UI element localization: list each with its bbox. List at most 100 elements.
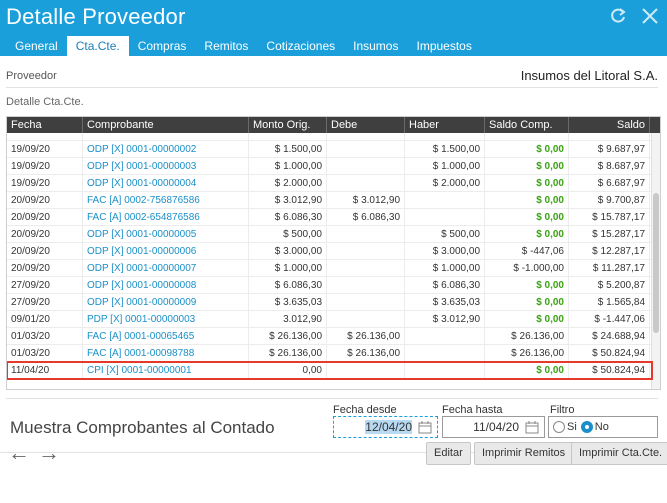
cell-saldo-comp: $ 0,00 [485,209,569,226]
col-header-comprobante[interactable]: Comprobante [83,117,249,133]
filtro-no-radio[interactable] [580,421,593,433]
cell-haber: $ 3.635,03 [405,294,485,311]
cell-haber [405,362,485,379]
cell-saldo: $ 12.287,17 [569,243,650,260]
imprimir-remitos-button[interactable]: Imprimir Remitos [474,442,574,465]
tab-compras[interactable]: Compras [129,36,196,56]
arrow-right-icon[interactable]: → [38,440,60,466]
cell-fecha: 11/04/20 [7,362,83,379]
calendar-icon[interactable] [416,419,434,435]
cell-fecha: 20/09/20 [7,243,83,260]
tab-cotizaciones[interactable]: Cotizaciones [257,36,344,56]
cell-monto: $ 1.000,00 [249,158,327,175]
cell-fecha: 19/09/20 [7,175,83,192]
cell-comprobante-link[interactable]: ODP [X] 0001-00000003 [83,158,249,175]
divider [6,398,658,399]
cell-saldo-comp: $ 26.136,00 [485,345,569,362]
filtro-si-radio[interactable] [553,421,565,433]
tab-bar: General Cta.Cte. Compras Remitos Cotizac… [6,36,481,56]
cell-fecha: 20/09/20 [7,209,83,226]
fecha-desde-value: 12/04/20 [365,420,412,434]
col-header-fecha[interactable]: Fecha [7,117,83,133]
fecha-hasta-value: 11/04/20 [473,420,519,434]
cell-saldo: $ 6.687,97 [569,175,650,192]
col-header-debe[interactable]: Debe [327,117,405,133]
cell-debe: $ 26.136,00 [327,328,405,345]
fecha-hasta-field[interactable]: 11/04/20 [442,416,545,438]
cell-saldo-comp: $ 0,00 [485,175,569,192]
table-row[interactable]: 19/09/20 ODP [X] 0001-00000002 $ 1.500,00 $… [7,141,652,158]
table-row[interactable]: 27/09/20 ODP [X] 0001-00000008 $ 6.086,30 $… [7,277,652,294]
fecha-desde-field[interactable]: 12/04/20 [333,416,438,438]
cell-debe [327,260,405,277]
editar-button[interactable]: Editar [426,442,471,465]
col-header-saldo-comp[interactable]: Saldo Comp. [485,117,569,133]
cta-cte-grid: Fecha Comprobante Monto Orig. Debe Haber… [6,116,661,390]
cell-monto: $ 3.000,00 [249,243,327,260]
cell-fecha: 09/01/20 [7,311,83,328]
cell-debe [327,243,405,260]
cell-monto: $ 6.086,30 [249,277,327,294]
table-row[interactable]: 20/09/20 ODP [X] 0001-00000007 $ 1.000,00 $… [7,260,652,277]
col-header-saldo[interactable]: Saldo [569,117,650,133]
col-header-monto[interactable]: Monto Orig. [249,117,327,133]
table-row[interactable]: 19/09/20 ODP [X] 0001-00000003 $ 1.000,00 $… [7,158,652,175]
cell-comprobante-link[interactable]: ODP [X] 0001-00000008 [83,277,249,294]
cell-comprobante-link[interactable]: FAC [A] 0001-00098788 [83,345,249,362]
cell-comprobante-link[interactable]: ODP [X] 0001-00000005 [83,226,249,243]
cell-monto: $ 3.635,03 [249,294,327,311]
table-row[interactable]: 01/03/20 FAC [A] 0001-00065465 $ 26.136,00… [7,328,652,345]
cell-comprobante-link[interactable]: FAC [A] 0001-00065465 [83,328,249,345]
cell-saldo: $ 15.787,17 [569,209,650,226]
cell-comprobante-link[interactable]: ODP [X] 0001-00000009 [83,294,249,311]
cell-debe: $ 3.012,90 [327,192,405,209]
cell-comprobante-link[interactable]: FAC [A] 0002-654876586 [83,209,249,226]
tab-impuestos[interactable]: Impuestos [407,36,480,56]
cell-saldo: $ 15.287,17 [569,226,650,243]
tab-insumos[interactable]: Insumos [344,36,407,56]
cell-debe [327,226,405,243]
tab-cta-cte[interactable]: Cta.Cte. [66,36,129,56]
filtro-no-option[interactable]: No [580,421,609,433]
close-icon[interactable] [639,4,661,28]
table-row[interactable]: 20/09/20 FAC [A] 0002-756876586 $ 3.012,90… [7,192,652,209]
tab-remitos[interactable]: Remitos [195,36,257,56]
grid-scrollbar[interactable] [651,133,660,389]
cell-comprobante-link[interactable]: ODP [X] 0001-00000004 [83,175,249,192]
cell-haber [405,209,485,226]
cell-debe: $ 26.136,00 [327,345,405,362]
table-row[interactable]: 20/09/20 ODP [X] 0001-00000006 $ 3.000,00 $… [7,243,652,260]
tab-general[interactable]: General [6,36,67,56]
col-header-haber[interactable]: Haber [405,117,485,133]
imprimir-cta-cte-button[interactable]: Imprimir Cta.Cte. [571,442,667,465]
cell-haber: $ 500,00 [405,226,485,243]
cell-saldo-comp: $ -447,06 [485,243,569,260]
cell-comprobante-link[interactable]: ODP [X] 0001-00000007 [83,260,249,277]
table-row[interactable]: 19/09/20 ODP [X] 0001-00000004 $ 2.000,00 $… [7,175,652,192]
table-row[interactable]: 20/09/20 ODP [X] 0001-00000005 $ 500,00 $ 5… [7,226,652,243]
table-row[interactable]: 01/03/20 FAC [A] 0001-00098788 $ 26.136,00… [7,345,652,362]
cell-debe [327,141,405,158]
grid-rows: 19/09/20 ODP [X] 0001-00000002 $ 1.500,00 $… [7,133,653,380]
calendar-icon[interactable] [523,419,541,435]
refresh-icon[interactable] [607,4,629,28]
table-row-partial [7,133,652,141]
cell-saldo: $ 9.687,97 [569,141,650,158]
cell-comprobante-link[interactable]: FAC [A] 0002-756876586 [83,192,249,209]
cell-comprobante-link[interactable]: ODP [X] 0001-00000006 [83,243,249,260]
table-row-selected[interactable]: 11/04/20 CPI [X] 0001-00000001 0,00 $ 0,00 $… [7,361,653,380]
filtro-si-option[interactable]: Si [553,421,577,433]
cell-saldo: $ 50.824,94 [569,362,650,379]
cell-monto: $ 26.136,00 [249,328,327,345]
cell-monto: $ 3.012,90 [249,192,327,209]
cell-monto: 0,00 [249,362,327,379]
table-row[interactable]: 20/09/20 FAC [A] 0002-654876586 $ 6.086,30… [7,209,652,226]
table-row[interactable]: 09/01/20 PDP [X] 0001-00000003 3.012,90 $ 3… [7,311,652,328]
scroll-thumb[interactable] [653,193,659,333]
table-row[interactable]: 27/09/20 ODP [X] 0001-00000009 $ 3.635,03 $… [7,294,652,311]
cell-comprobante-link[interactable]: PDP [X] 0001-00000003 [83,311,249,328]
arrow-left-icon[interactable]: ← [8,440,30,466]
cell-comprobante-link[interactable]: ODP [X] 0001-00000002 [83,141,249,158]
cell-haber: $ 6.086,30 [405,277,485,294]
cell-comprobante-link[interactable]: CPI [X] 0001-00000001 [83,362,249,379]
